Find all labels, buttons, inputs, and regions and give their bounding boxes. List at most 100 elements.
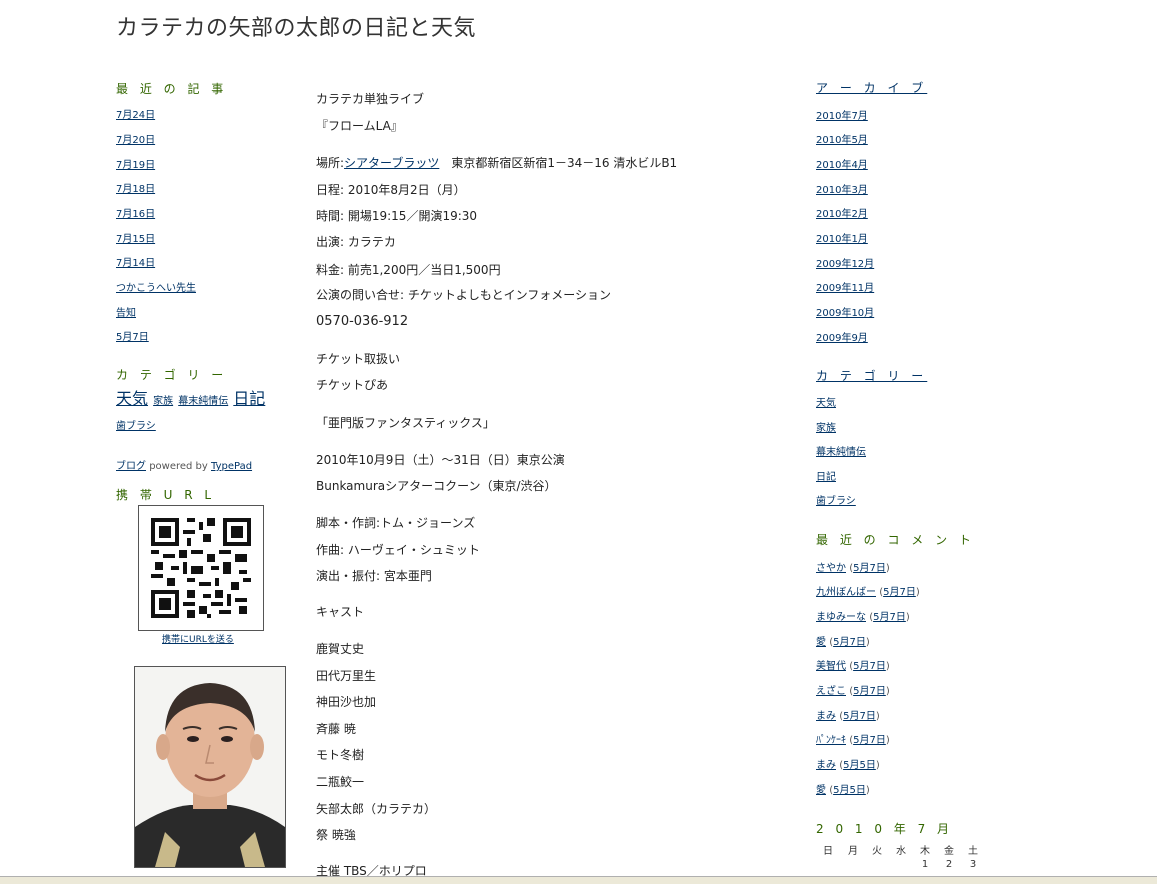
entry-line: 鹿賀丈史 [316,642,365,656]
calendar-weekday: 火 [872,846,882,857]
commenter-link[interactable]: まみ [816,711,836,722]
category-link[interactable]: 日記 [816,468,836,483]
calendar-heading: 2 0 1 0 年 7 月 [816,822,954,836]
comment-item: 愛 (5月7日) [816,637,870,648]
category-heading[interactable]: カ テ ゴ リ ー [816,367,927,384]
calendar-weekday: 日 [823,846,833,857]
archive-link[interactable]: 2009年12月 [816,255,874,270]
entry-line: カラテカ単独ライブ [316,92,425,106]
comment-post-link[interactable]: 5月7日 [853,661,886,672]
comment-post-link[interactable]: 5月7日 [843,711,876,722]
comment-post-link[interactable]: 5月7日 [883,587,916,598]
commenter-link[interactable]: ﾊﾟﾝｹｰｷ [816,735,846,746]
comment-post-link[interactable]: 5月5日 [843,760,876,771]
category-heading: カ テ ゴ リ ー [116,368,228,382]
comment-post-link[interactable]: 5月7日 [853,563,886,574]
archive-link[interactable]: 2010年3月 [816,181,868,196]
recent-post-link[interactable]: つかこうへい先生 [116,279,196,294]
calendar-weekday: 月 [848,846,858,857]
comment-post-link[interactable]: 5月7日 [873,612,906,623]
archive-link[interactable]: 2010年4月 [816,156,868,171]
entry-line: 料金: 前売1,200円／当日1,500円 [316,263,501,277]
recent-post-link[interactable]: 7月24日 [116,106,155,121]
entry-line: 田代万里生 [316,669,377,683]
archive-link[interactable]: 2010年7月 [816,107,868,122]
recent-post-link[interactable]: 5月7日 [116,328,149,343]
archive-link[interactable]: 2009年11月 [816,279,874,294]
recent-post-link[interactable]: 7月14日 [116,254,155,269]
commenter-link[interactable]: 九州ぼんばー [816,587,876,598]
comment-post-link[interactable]: 5月7日 [853,735,886,746]
commenter-link[interactable]: 美智代 [816,661,846,672]
archive-link[interactable]: 2010年5月 [816,131,868,146]
qr-code-image [138,505,264,631]
calendar-weekday: 金 [944,846,954,857]
category-link[interactable]: 天気 [816,394,836,409]
recent-post-link[interactable]: 7月18日 [116,180,155,195]
recent-post-link[interactable]: 告知 [116,304,136,319]
entry-line: 矢部太郎（カラテカ） [316,802,437,816]
archive-heading[interactable]: ア ー カ イ ブ [816,79,927,96]
comment-item: まみ (5月7日) [816,711,880,722]
commenter-link[interactable]: 愛 [816,785,826,796]
archive-link[interactable]: 2010年2月 [816,205,868,220]
calendar-day: 1 [921,859,929,870]
recent-post-link[interactable]: 7月20日 [116,131,155,146]
commenter-link[interactable]: まゆみーな [816,612,866,623]
comment-item: 愛 (5月5日) [816,785,870,796]
category-tag[interactable]: 幕末純情伝 [178,396,228,407]
archive-link[interactable]: 2010年1月 [816,230,868,245]
category-tag[interactable]: 日記 [233,389,265,408]
commenter-link[interactable]: まみ [816,760,836,771]
typepad-link[interactable]: TypePad [211,461,252,472]
category-tag[interactable]: 天気 [116,389,148,408]
entry-line: チケットぴあ [316,378,389,392]
comment-item: 九州ぼんばー (5月7日) [816,587,920,598]
mobile-url-heading: 携 帯 U R L [116,488,216,502]
entry-line: 斉藤 暁 [316,722,356,736]
entry-line: 祭 暁強 [316,828,356,842]
recent-post-link[interactable]: 7月19日 [116,156,155,171]
category-link[interactable]: 幕末純情伝 [816,443,866,458]
entry-line: 「亜門版ファンタスティックス」 [316,416,495,430]
entry-line: 二瓶鮫一 [316,775,365,789]
archive-link[interactable]: 2009年10月 [816,304,874,319]
calendar-day: 3 [969,859,977,870]
recent-post-link[interactable]: 7月16日 [116,205,155,220]
comment-item: まゆみーな (5月7日) [816,612,910,623]
category-link[interactable]: 家族 [816,419,836,434]
qr-code-icon [151,518,251,618]
calendar-weekday: 木 [920,846,930,857]
commenter-link[interactable]: えざこ [816,686,846,697]
entry-line: 出演: カラテカ [316,235,396,249]
calendar-weekday: 水 [896,846,906,857]
entry-line: 2010年10月9日（土）～31日（日）東京公演 [316,453,565,467]
entry-line-venue: 場所:シアターブラッツ 東京都新宿区新宿1－34－16 清水ビルB1 [316,154,677,171]
commenter-link[interactable]: 愛 [816,637,826,648]
powered-text: powered by [149,461,208,472]
entry-line: キャスト [316,605,365,619]
venue-link[interactable]: シアターブラッツ [344,156,439,170]
comment-post-link[interactable]: 5月5日 [833,785,866,796]
comment-item: さやか (5月7日) [816,563,890,574]
entry-line: 0570-036-912 [316,314,409,329]
entry-line: 時間: 開場19:15／開演19:30 [316,209,478,223]
category-tag[interactable]: 家族 [153,396,173,407]
venue-label: 場所: [316,156,345,170]
entry-line: モト冬樹 [316,748,365,762]
comment-post-link[interactable]: 5月7日 [833,637,866,648]
category-tag[interactable]: 歯ブラシ [116,421,156,432]
comment-post-link[interactable]: 5月7日 [853,686,886,697]
commenter-link[interactable]: さやか [816,563,846,574]
portrait-icon [135,667,285,867]
recent-post-link[interactable]: 7月15日 [116,230,155,245]
archive-link[interactable]: 2009年9月 [816,329,868,344]
entry-line: 演出・振付: 宮本亜門 [316,569,432,583]
comment-item: まみ (5月5日) [816,760,880,771]
entry-line: 日程: 2010年8月2日（月） [316,183,466,197]
blog-link[interactable]: ブログ [116,461,146,472]
send-url-to-mobile-link[interactable]: 携帯にURLを送る [162,632,234,645]
category-link[interactable]: 歯ブラシ [816,492,856,507]
entry-line: 神田沙也加 [316,695,377,709]
profile-photo [134,666,286,868]
